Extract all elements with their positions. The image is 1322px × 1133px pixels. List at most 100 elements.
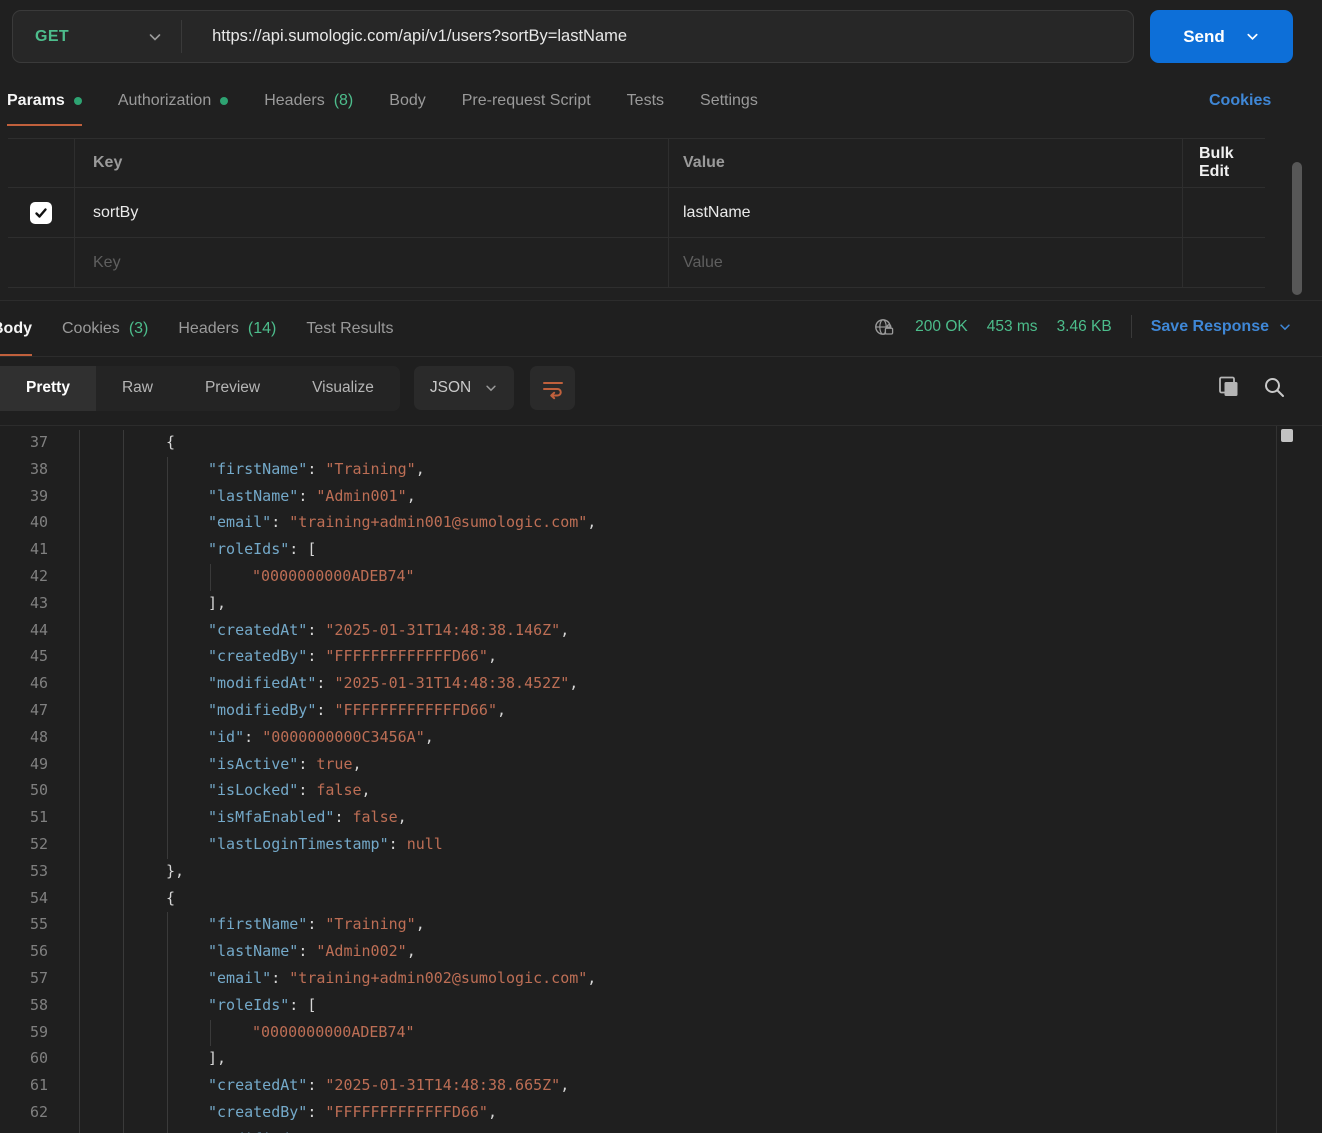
view-tab-raw[interactable]: Raw bbox=[96, 366, 179, 411]
indent-guide bbox=[167, 1020, 168, 1047]
code-text: "id": "0000000000C3456A", bbox=[208, 728, 434, 746]
line-number: 59 bbox=[0, 1023, 48, 1041]
line-number: 50 bbox=[0, 781, 48, 799]
tab-authorization[interactable]: Authorization bbox=[118, 84, 228, 126]
view-tab-visualize[interactable]: Visualize bbox=[286, 366, 400, 411]
indent-guide bbox=[167, 805, 168, 832]
tab-tests[interactable]: Tests bbox=[627, 84, 664, 126]
language-label: JSON bbox=[430, 379, 471, 397]
cookies-link[interactable]: Cookies bbox=[1209, 92, 1271, 110]
json-value: "0000000000C3456A" bbox=[262, 728, 425, 746]
param-key-input[interactable]: sortBy bbox=[75, 188, 669, 237]
code-text: "roleIds": [ bbox=[208, 996, 316, 1014]
response-tab-cookies[interactable]: Cookies(3) bbox=[62, 320, 148, 356]
response-tab-headers[interactable]: Headers(14) bbox=[178, 320, 276, 356]
send-button[interactable]: Send bbox=[1150, 10, 1293, 63]
indent-guide bbox=[123, 457, 124, 484]
code-scrollbar-track[interactable] bbox=[1276, 426, 1277, 1133]
indent-guide bbox=[123, 805, 124, 832]
save-chevron-down-icon bbox=[1278, 320, 1292, 334]
indent-guide bbox=[79, 564, 80, 591]
json-key: "email" bbox=[208, 513, 271, 531]
response-tab-test-results[interactable]: Test Results bbox=[306, 320, 393, 356]
bulk-edit-button[interactable]: Bulk Edit bbox=[1183, 139, 1265, 187]
json-value: "Admin001" bbox=[316, 487, 406, 505]
code-text: "firstName": "Training", bbox=[208, 460, 425, 478]
indent-guide bbox=[123, 564, 124, 591]
json-value: "Training" bbox=[325, 460, 415, 478]
json-punct: , bbox=[560, 621, 569, 639]
json-punct: , bbox=[353, 755, 362, 773]
json-punct: : bbox=[307, 1103, 325, 1121]
params-row-end bbox=[1183, 238, 1265, 287]
json-value: "2025-01-31T14:48:38.665Z" bbox=[325, 1076, 560, 1094]
indent-guide bbox=[123, 698, 124, 725]
tab-headers[interactable]: Headers(8) bbox=[264, 84, 353, 126]
code-line: 47"modifiedBy": "FFFFFFFFFFFFFD66", bbox=[0, 698, 1322, 725]
code-text: "createdAt": "2025-01-31T14:48:38.665Z", bbox=[208, 1076, 569, 1094]
code-text: "roleIds": [ bbox=[208, 540, 316, 558]
tab-settings[interactable]: Settings bbox=[700, 84, 758, 126]
param-enabled-checkbox[interactable] bbox=[30, 202, 52, 224]
param-value-input[interactable]: lastName bbox=[669, 188, 1183, 237]
json-punct: : bbox=[307, 621, 325, 639]
tab-pre-request-script[interactable]: Pre-request Script bbox=[462, 84, 591, 126]
tab-params[interactable]: Params bbox=[7, 84, 82, 126]
indent-guide bbox=[123, 1127, 124, 1133]
code-line: 63"modifiedAt": "2025-01-31T14:48:38.665… bbox=[0, 1127, 1322, 1133]
code-line: 42"0000000000ADEB74" bbox=[0, 564, 1322, 591]
status-badge[interactable]: 200 OK bbox=[915, 318, 968, 336]
json-key: "roleIds" bbox=[208, 540, 289, 558]
json-punct: { bbox=[166, 889, 175, 907]
method-selector[interactable]: GET bbox=[13, 28, 69, 46]
indent-guide bbox=[167, 832, 168, 859]
code-text: ], bbox=[208, 1049, 226, 1067]
tab-label: Pre-request Script bbox=[462, 92, 591, 110]
indent-guide bbox=[167, 537, 168, 564]
response-tab-body[interactable]: Body bbox=[0, 320, 32, 356]
line-number: 61 bbox=[0, 1076, 48, 1094]
copy-response-button[interactable] bbox=[1216, 374, 1241, 400]
indent-guide bbox=[123, 752, 124, 779]
indent-guide bbox=[167, 644, 168, 671]
view-tab-preview[interactable]: Preview bbox=[179, 366, 286, 411]
network-globe-lock-icon[interactable] bbox=[873, 316, 896, 338]
search-response-button[interactable] bbox=[1262, 375, 1286, 399]
method-chevron-down-icon[interactable] bbox=[147, 29, 163, 45]
params-scrollbar-thumb[interactable] bbox=[1292, 162, 1302, 295]
url-input[interactable]: https://api.sumologic.com/api/v1/users?s… bbox=[182, 27, 627, 46]
json-punct: : bbox=[244, 728, 262, 746]
line-number: 40 bbox=[0, 513, 48, 531]
json-key: "lastName" bbox=[208, 487, 298, 505]
indent-guide bbox=[79, 698, 80, 725]
code-line: 53}, bbox=[0, 859, 1322, 886]
wrap-text-button[interactable] bbox=[530, 366, 575, 410]
json-value: "FFFFFFFFFFFFFD66" bbox=[325, 1103, 488, 1121]
param-key-input-placeholder[interactable]: Key bbox=[75, 238, 669, 287]
tab-body[interactable]: Body bbox=[389, 84, 425, 126]
json-value: "FFFFFFFFFFFFFD66" bbox=[325, 647, 488, 665]
indent-guide bbox=[79, 484, 80, 511]
param-value-input-placeholder[interactable]: Value bbox=[669, 238, 1183, 287]
json-punct: : bbox=[307, 647, 325, 665]
json-punct: , bbox=[587, 969, 596, 987]
code-line: 59"0000000000ADEB74" bbox=[0, 1020, 1322, 1047]
response-size[interactable]: 3.46 KB bbox=[1057, 318, 1112, 336]
tab-count: (14) bbox=[248, 320, 276, 338]
json-punct: , bbox=[398, 808, 407, 826]
view-tab-pretty[interactable]: Pretty bbox=[0, 366, 96, 411]
json-key: "firstName" bbox=[208, 915, 307, 933]
json-value: null bbox=[407, 835, 443, 853]
indent-guide bbox=[79, 966, 80, 993]
code-scrollbar-thumb[interactable] bbox=[1281, 429, 1293, 442]
indent-guide bbox=[79, 993, 80, 1020]
indent-guide bbox=[167, 618, 168, 645]
response-time[interactable]: 453 ms bbox=[987, 318, 1038, 336]
save-response-button[interactable]: Save Response bbox=[1151, 318, 1292, 336]
response-body-code: 37{38"firstName": "Training",39"lastName… bbox=[0, 425, 1322, 1133]
indent-guide bbox=[79, 912, 80, 939]
language-dropdown[interactable]: JSON bbox=[414, 366, 514, 410]
indent-guide bbox=[79, 591, 80, 618]
line-number: 62 bbox=[0, 1103, 48, 1121]
request-tabs: Params Authorization Headers(8) Body Pre-req… bbox=[7, 84, 758, 126]
